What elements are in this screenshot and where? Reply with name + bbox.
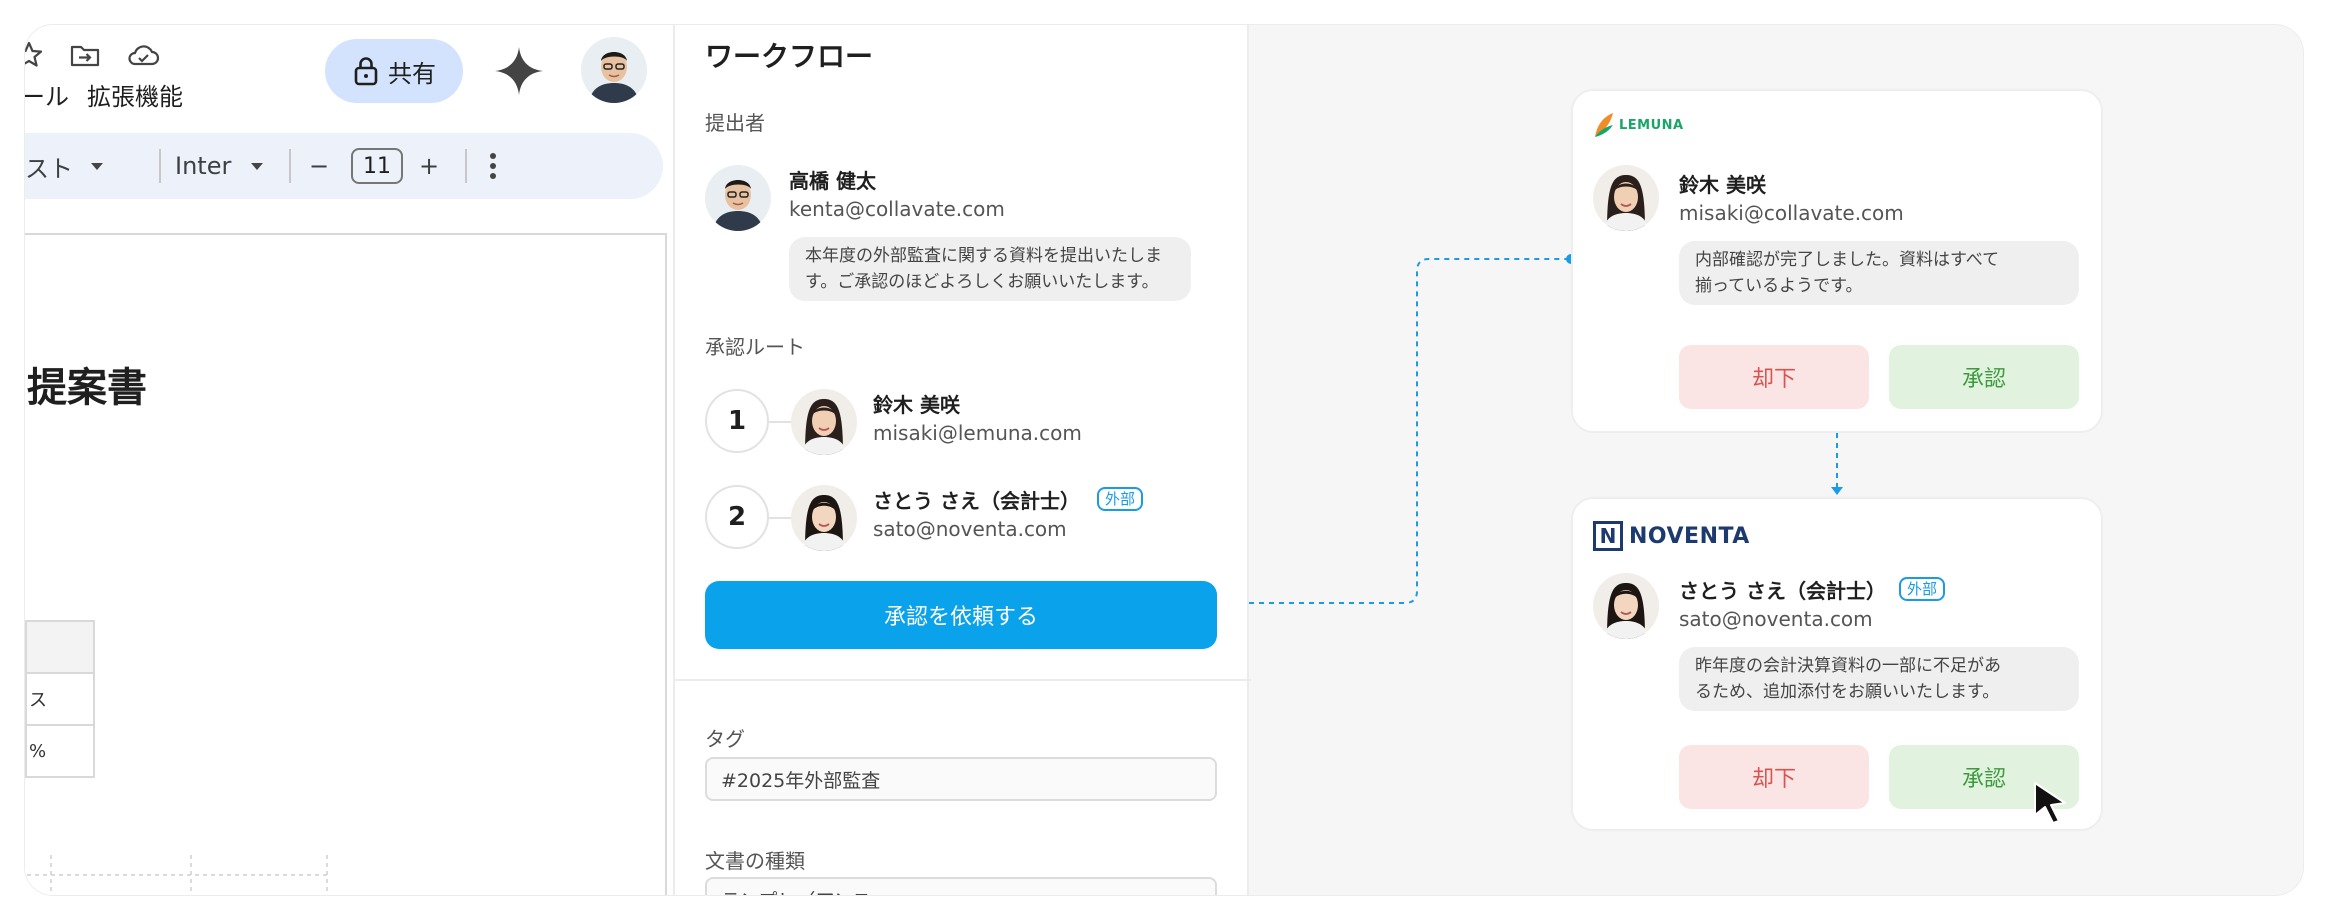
reviewer-name: 鈴木 美咲 bbox=[1679, 173, 1766, 197]
comment-line: 内部確認が完了しました。資料はすべて bbox=[1695, 250, 2000, 270]
comment-line: るため、追加添付をお願いいたします。 bbox=[1695, 682, 2000, 702]
reviewer-email: misaki@collavate.com bbox=[1679, 201, 1904, 225]
reviewer-comment: 昨年度の会計決算資料の一部に不足があ るため、追加添付をお願いいたします。 bbox=[1679, 647, 2079, 711]
company-name: NOVENTA bbox=[1629, 523, 1750, 549]
reviewer-name: さとう さえ（会計士） bbox=[1679, 579, 1886, 603]
app-frame: ール 拡張機能 共有 スト Inter − 11 + 提案書 ス % ワークフロ… bbox=[25, 25, 2303, 895]
mouse-cursor-icon bbox=[2034, 782, 2066, 824]
approve-button[interactable]: 承認 bbox=[1889, 345, 2079, 409]
noventa-mark-icon: N bbox=[1593, 521, 1623, 551]
company-name: LEMUNA bbox=[1619, 117, 1684, 133]
company-logo-lemuna: LEMUNA bbox=[1593, 111, 1684, 139]
leaf-icon bbox=[1595, 113, 1613, 137]
reject-button[interactable]: 却下 bbox=[1679, 745, 1869, 809]
comment-line: 揃っているようです。 bbox=[1695, 276, 1863, 296]
reviewer-comment: 内部確認が完了しました。資料はすべて 揃っているようです。 bbox=[1679, 241, 2079, 305]
external-badge: 外部 bbox=[1899, 577, 1946, 601]
company-logo-noventa: N NOVENTA bbox=[1593, 521, 1750, 551]
approval-card: LEMUNA 鈴木 美咲 misaki@collavate.com 内部確認が完… bbox=[1571, 89, 2103, 433]
reviewer-avatar bbox=[1593, 165, 1659, 231]
reviewer-avatar bbox=[1593, 573, 1659, 639]
approval-card: N NOVENTA さとう さえ（会計士） 外部 sato@noventa.co… bbox=[1571, 497, 2103, 831]
comment-line: 昨年度の会計決算資料の一部に不足があ bbox=[1695, 656, 2001, 676]
reject-button[interactable]: 却下 bbox=[1679, 345, 1869, 409]
reviewer-email: sato@noventa.com bbox=[1679, 607, 1873, 631]
